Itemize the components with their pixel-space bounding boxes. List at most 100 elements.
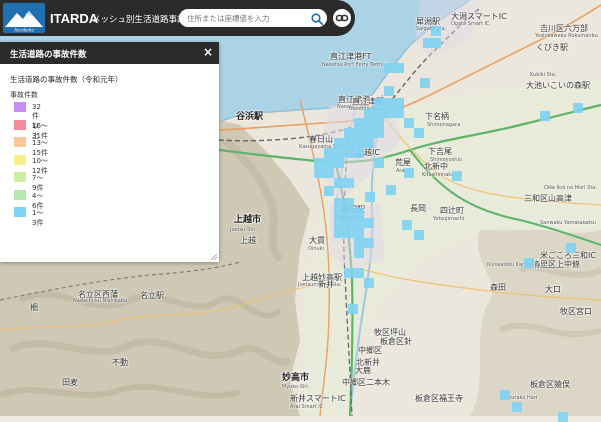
map-place-label: 中郷区二本木 [342, 378, 390, 387]
accident-mesh-cell[interactable] [420, 78, 430, 88]
accident-mesh-cell[interactable] [334, 218, 344, 228]
accident-mesh-cell[interactable] [344, 128, 354, 138]
legend-unit-label: 事故件数 [10, 91, 38, 99]
search-input[interactable] [187, 11, 305, 25]
legend-swatch-icon [14, 102, 26, 112]
accident-mesh-cell[interactable] [334, 138, 344, 148]
legend-subtitle: 生活道路の事故件数（令和元年） [10, 75, 123, 84]
itarda-logo[interactable]: Accidents [3, 3, 45, 33]
accident-mesh-cell[interactable] [354, 228, 364, 238]
accident-mesh-cell[interactable] [354, 238, 364, 248]
map-place-label: 谷浜駅 [236, 112, 264, 122]
accident-mesh-cell[interactable] [334, 228, 344, 238]
accident-mesh-cell[interactable] [364, 118, 374, 128]
accident-mesh-cell[interactable] [404, 168, 414, 178]
accident-mesh-cell[interactable] [354, 208, 364, 218]
accident-mesh-cell[interactable] [364, 278, 374, 288]
accident-mesh-cell[interactable] [394, 63, 404, 73]
accident-mesh-cell[interactable] [364, 218, 374, 228]
map-place-label: 上越 [240, 236, 256, 245]
accident-mesh-cell[interactable] [384, 86, 394, 96]
accident-mesh-cell[interactable] [394, 98, 404, 108]
accident-mesh-cell[interactable] [344, 198, 354, 208]
map-place-label: Myoko-Shi [282, 384, 308, 390]
accident-mesh-cell[interactable] [364, 108, 374, 118]
legend-label: 1〜3件 [32, 209, 44, 227]
close-button[interactable]: × [203, 45, 213, 59]
accident-mesh-cell[interactable] [386, 185, 396, 195]
legend-panel-header: 生活道路の事故件数 × [0, 42, 219, 64]
accident-mesh-cell[interactable] [431, 26, 441, 36]
accident-mesh-cell[interactable] [404, 118, 414, 128]
accident-mesh-cell[interactable] [402, 220, 412, 230]
accident-mesh-cell[interactable] [452, 171, 462, 181]
accident-mesh-cell[interactable] [384, 108, 394, 118]
accident-mesh-cell[interactable] [348, 304, 358, 314]
accident-mesh-cell[interactable] [344, 208, 354, 218]
legend-swatch-icon [14, 137, 26, 147]
map-place-label: 吉川区六万部 [540, 24, 588, 33]
accident-mesh-cell[interactable] [344, 178, 354, 188]
accident-mesh-cell[interactable] [512, 402, 522, 412]
accident-mesh-cell[interactable] [384, 63, 394, 73]
accident-mesh-cell[interactable] [374, 98, 384, 108]
accident-mesh-cell[interactable] [324, 158, 334, 168]
accident-mesh-cell[interactable] [573, 103, 583, 113]
accident-mesh-cell[interactable] [354, 248, 364, 258]
accident-mesh-cell[interactable] [558, 412, 568, 422]
accident-mesh-cell[interactable] [500, 390, 510, 400]
map-place-label: Kiyosatoku Kaminakajo [487, 262, 545, 268]
map-place-label: 牧区坪山 [374, 328, 406, 337]
accident-mesh-cell[interactable] [334, 208, 344, 218]
accident-mesh-cell[interactable] [374, 118, 384, 128]
search-button[interactable] [310, 11, 324, 26]
map-place-label: 長岡 [410, 204, 426, 213]
accident-mesh-cell[interactable] [314, 168, 324, 178]
accident-mesh-cell[interactable] [314, 158, 324, 168]
accident-mesh-cell[interactable] [354, 148, 364, 158]
map-place-label: 北新井 [356, 358, 380, 367]
map-place-label: 新井 [318, 280, 334, 289]
accident-mesh-cell[interactable] [344, 148, 354, 158]
accident-mesh-cell[interactable] [344, 228, 354, 238]
accident-mesh-cell[interactable] [354, 218, 364, 228]
accident-mesh-cell[interactable] [354, 128, 364, 138]
map-place-label: Nadachi-ku Nishikaba [73, 298, 128, 304]
accident-mesh-cell[interactable] [394, 108, 404, 118]
accident-mesh-cell[interactable] [354, 138, 364, 148]
accident-mesh-cell[interactable] [374, 108, 384, 118]
map-place-label: 直江津港FT [330, 52, 372, 61]
map-place-label: 不動 [112, 358, 128, 367]
accident-mesh-cell[interactable] [354, 118, 364, 128]
accident-mesh-cell[interactable] [364, 128, 374, 138]
accident-mesh-cell[interactable] [431, 38, 441, 48]
accident-mesh-cell[interactable] [334, 178, 344, 188]
accident-mesh-cell[interactable] [344, 138, 354, 148]
accident-mesh-cell[interactable] [354, 268, 364, 278]
accident-mesh-cell[interactable] [344, 218, 354, 228]
accident-mesh-cell[interactable] [334, 198, 344, 208]
accident-mesh-cell[interactable] [344, 268, 354, 278]
map-place-label: 大池いこいの森駅 [526, 81, 590, 90]
accident-mesh-cell[interactable] [384, 98, 394, 108]
share-link-button[interactable] [333, 9, 351, 27]
accident-mesh-cell[interactable] [365, 192, 375, 202]
accident-mesh-cell[interactable] [334, 158, 344, 168]
resize-handle-icon[interactable] [210, 253, 218, 261]
map-place-label: 板倉区針 [380, 337, 412, 346]
accident-mesh-cell[interactable] [524, 258, 534, 268]
legend-panel-title: 生活道路の事故件数 [10, 50, 87, 60]
accident-mesh-cell[interactable] [414, 128, 424, 138]
accident-mesh-cell[interactable] [364, 238, 374, 248]
accident-mesh-cell[interactable] [414, 230, 424, 240]
accident-mesh-cell[interactable] [566, 243, 576, 253]
accident-mesh-cell[interactable] [324, 186, 334, 196]
map-place-label: 四辻町 [440, 206, 464, 215]
accident-mesh-cell[interactable] [334, 148, 344, 158]
accident-mesh-cell[interactable] [374, 128, 384, 138]
accident-mesh-cell[interactable] [324, 168, 334, 178]
accident-mesh-cell[interactable] [364, 138, 374, 148]
accident-mesh-cell[interactable] [374, 158, 384, 168]
accident-mesh-cell[interactable] [324, 148, 334, 158]
accident-mesh-cell[interactable] [540, 111, 550, 121]
